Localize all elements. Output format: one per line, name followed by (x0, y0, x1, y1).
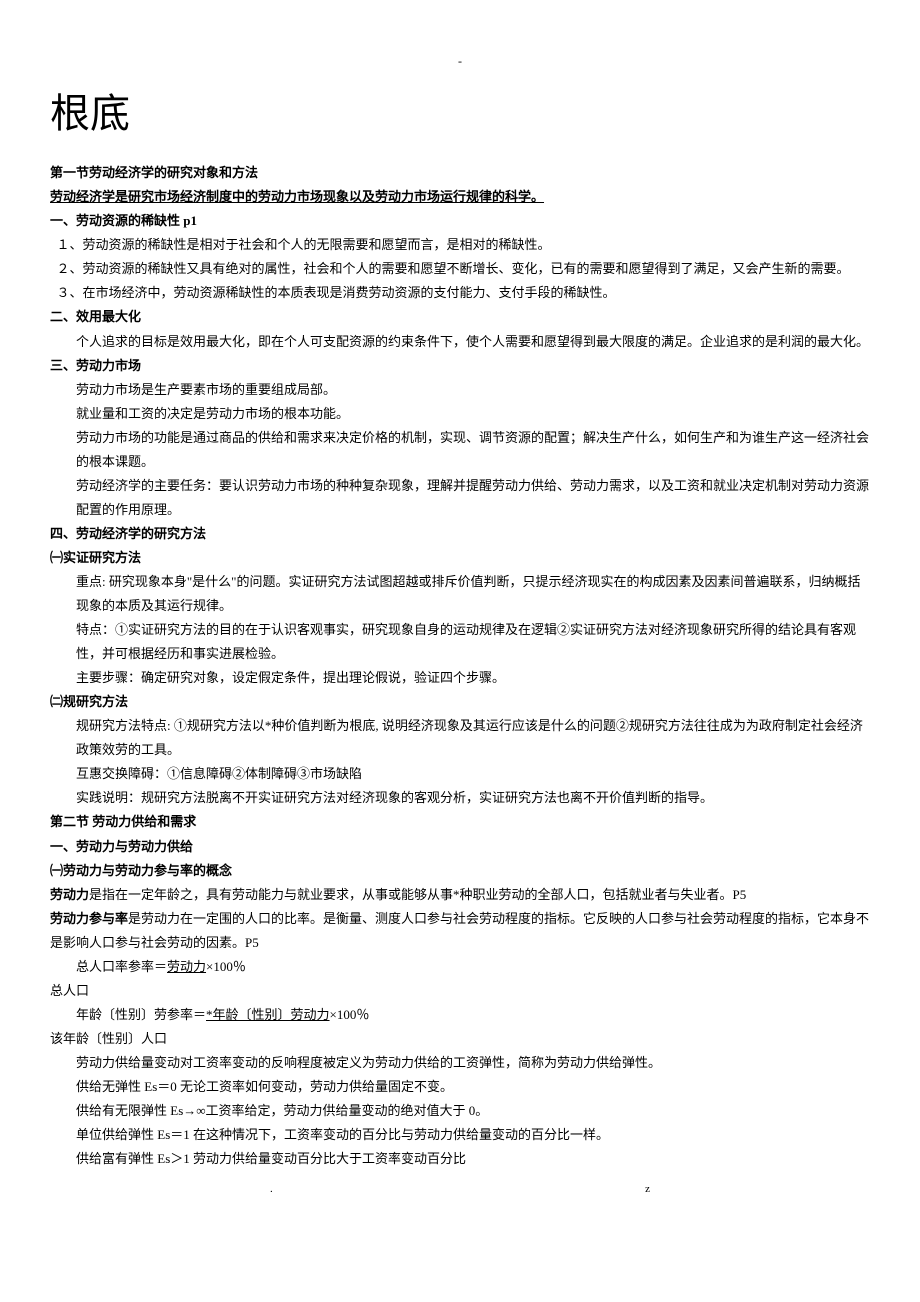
formula-1-denom: 总人口 (50, 979, 870, 1003)
footer-right: z (645, 1179, 650, 1199)
page-title: 根底 (50, 77, 870, 151)
term-text: 是劳动力在一定围的人口的比率。是衡量、测度人口参与社会劳动程度的指标。它反映的人… (50, 911, 869, 950)
formula-numerator: 劳动力 (167, 959, 206, 974)
body-text: 规研究方法特点: ①规研究方法以*种价值判断为根底, 说明经济现象及其运行应该是… (50, 714, 870, 762)
elasticity-item: 单位供给弹性 Es＝1 在这种情况下，工资率变动的百分比与劳动力供给量变动的百分… (50, 1123, 870, 1147)
body-text: 劳动经济学的主要任务：要认识劳动力市场的种种复杂现象，理解并提醒劳动力供给、劳动… (50, 474, 870, 522)
term-bold: 劳动力 (50, 887, 89, 902)
body-text: 就业量和工资的决定是劳动力市场的根本功能。 (50, 402, 870, 426)
formula-2-denom: 该年龄〔性别〕人口 (50, 1027, 870, 1051)
formula-2: 年龄〔性别〕劳参率＝*年龄〔性别〕劳动力×100％ (50, 1003, 870, 1027)
body-text: 重点: 研究现象本身"是什么"的问题。实证研究方法试图超越或排斥价值判断，只提示… (50, 570, 870, 618)
body-text: 劳动力市场的功能是通过商品的供给和需求来决定价格的机制，实现、调节资源的配置；解… (50, 426, 870, 474)
formula-text: ×100％ (206, 959, 246, 974)
definition-canyulv: 劳动力参与率是劳动力在一定围的人口的比率。是衡量、测度人口参与社会劳动程度的指标… (50, 907, 870, 955)
section2-method-1: ㈠劳动力与劳动力参与率的概念 (50, 859, 870, 883)
heading-1: 一、劳动资源的稀缺性 p1 (50, 209, 870, 233)
formula-text: ×100％ (330, 1007, 370, 1022)
formula-text: 年龄〔性别〕劳参率＝ (76, 1007, 206, 1022)
body-text: ２、劳动资源的稀缺性又具有绝对的属性，社会和个人的需要和愿望不断增长、变化，已有… (50, 257, 870, 281)
body-text: 劳动力市场是生产要素市场的重要组成局部。 (50, 378, 870, 402)
elasticity-item: 供给富有弹性 Es＞1 劳动力供给量变动百分比大于工资率变动百分比 (50, 1147, 870, 1171)
section1-definition: 劳动经济学是研究市场经济制度中的劳动力市场现象以及劳动力市场运行规律的科学。 (50, 185, 870, 209)
body-text: ３、在市场经济中，劳动资源稀缺性的本质表现是消费劳动资源的支付能力、支付手段的稀… (50, 281, 870, 305)
body-text: 个人追求的目标是效用最大化，即在个人可支配资源的约束条件下，使个人需要和愿望得到… (50, 330, 870, 354)
body-text: 互惠交换障碍：①信息障碍②体制障碍③市场缺陷 (50, 762, 870, 786)
body-text: １、劳动资源的稀缺性是相对于社会和个人的无限需要和愿望而言，是相对的稀缺性。 (50, 233, 870, 257)
body-text: 实践说明：规研究方法脱离不开实证研究方法对经济现象的客观分析，实证研究方法也离不… (50, 786, 870, 810)
body-text: 主要步骤：确定研究对象，设定假定条件，提出理论假说，验证四个步骤。 (50, 666, 870, 690)
top-dash: - (50, 50, 870, 72)
elasticity-item: 供给有无限弹性 Es→∞工资率给定，劳动力供给量变动的绝对值大于 0。 (50, 1099, 870, 1123)
heading-4: 四、劳动经济学的研究方法 (50, 522, 870, 546)
section2-heading-1: 一、劳动力与劳动力供给 (50, 835, 870, 859)
term-text: 是指在一定年龄之，具有劳动能力与就业要求，从事或能够从事*种职业劳动的全部人口，… (89, 887, 746, 902)
elasticity-definition: 劳动力供给量变动对工资率变动的反响程度被定义为劳动力供给的工资弹性，简称为劳动力… (50, 1051, 870, 1075)
method-1-header: ㈠实证研究方法 (50, 546, 870, 570)
formula-numerator: *年龄〔性别〕劳动力 (206, 1007, 330, 1022)
elasticity-item: 供给无弹性 Es＝0 无论工资率如何变动，劳动力供给量固定不变。 (50, 1075, 870, 1099)
body-text: 特点：①实证研究方法的目的在于认识客观事实，研究现象自身的运动规律及在逻辑②实证… (50, 618, 870, 666)
heading-3: 三、劳动力市场 (50, 354, 870, 378)
page-footer: . z (50, 1179, 870, 1199)
definition-laodongli: 劳动力是指在一定年龄之，具有劳动能力与就业要求，从事或能够从事*种职业劳动的全部… (50, 883, 870, 907)
section2-header: 第二节 劳动力供给和需求 (50, 810, 870, 834)
section1-header: 第一节劳动经济学的研究对象和方法 (50, 161, 870, 185)
formula-text: 总人口率参率＝ (76, 959, 167, 974)
formula-1: 总人口率参率＝劳动力×100％ (50, 955, 870, 979)
term-bold: 劳动力参与率 (50, 911, 128, 926)
heading-2: 二、效用最大化 (50, 305, 870, 329)
footer-left: . (270, 1179, 273, 1199)
method-2-header: ㈡规研究方法 (50, 690, 870, 714)
